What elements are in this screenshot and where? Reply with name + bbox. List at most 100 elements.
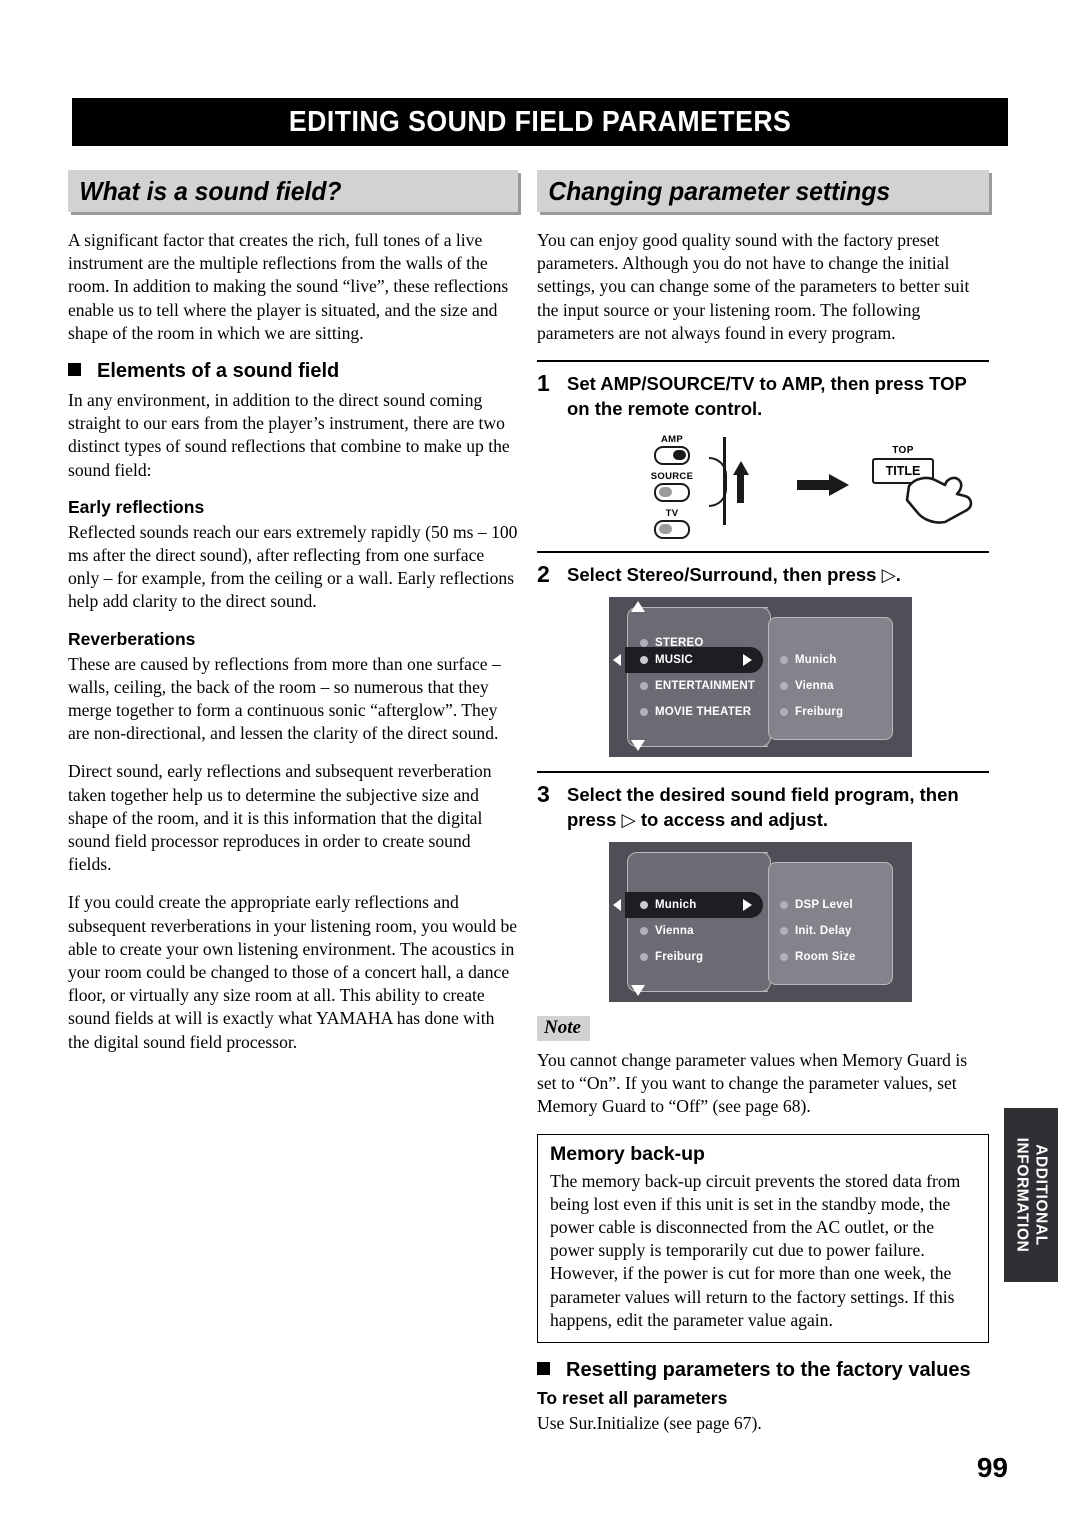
- osd2-item-vienna[interactable]: Vienna: [780, 680, 834, 692]
- remote-control-figure: AMP SOURCE TV TOP TITLE: [537, 433, 989, 540]
- osd2-right-panel: [768, 617, 893, 741]
- left-section-banner: What is a sound field?: [68, 170, 518, 212]
- note-body: You cannot change parameter values when …: [537, 1050, 968, 1117]
- step-3-text: Select the desired sound field program, …: [567, 784, 959, 831]
- osd2-item-munich-label: Munich: [795, 654, 837, 667]
- selector-amp-label: AMP: [660, 434, 683, 446]
- osd3-cursor-left-icon: [613, 899, 621, 912]
- step-2-text: Select Stereo/Surround, then press ▷.: [567, 564, 901, 586]
- left-paragraph-3: Direct sound, early reflections and subs…: [68, 761, 492, 875]
- elements-heading-label: Elements of a sound field: [97, 360, 340, 383]
- side-tab-line-2: INFORMATION: [1013, 1137, 1030, 1253]
- reverberations-paragraph: These are caused by reflections from mor…: [68, 653, 501, 744]
- osd2-item-movie-theater[interactable]: MOVIE THEATER: [640, 706, 751, 718]
- amp-source-tv-selector: AMP SOURCE TV: [635, 435, 709, 546]
- osd2-scroll-down-arrow-icon[interactable]: [631, 740, 645, 752]
- memory-backup-heading: Memory back-up: [550, 1142, 705, 1165]
- memory-backup-box: Memory back-up The memory back-up circui…: [537, 1133, 989, 1344]
- osd3-item-munich[interactable]: Munich: [640, 899, 696, 911]
- selector-source: SOURCE: [635, 472, 709, 503]
- osd2-left-panel: [627, 607, 768, 748]
- page-number: 99: [976, 1452, 1008, 1483]
- right-section-title: Changing parameter settings: [548, 175, 891, 206]
- memory-backup-body: The memory back-up circuit prevents the …: [550, 1170, 961, 1330]
- left-intro-paragraph: A significant factor that creates the ri…: [68, 230, 509, 343]
- right-column: Changing parameter settings You can enjo…: [537, 170, 989, 1450]
- selector-amp-switch-icon: [654, 446, 690, 466]
- resetting-heading: Resetting parameters to the factory valu…: [537, 1359, 989, 1382]
- selector-tv-label: TV: [665, 508, 679, 520]
- osd2-item-entertainment[interactable]: ENTERTAINMENT: [640, 680, 755, 692]
- osd3-bullet-icon: [780, 953, 788, 962]
- side-tab-text: ADDITIONAL INFORMATION: [1012, 1138, 1050, 1253]
- osd2-scroll-up-arrow-icon[interactable]: [631, 601, 645, 613]
- osd2-item-entertainment-label: ENTERTAINMENT: [655, 680, 756, 693]
- elements-body-paragraph: In any environment, in addition to the d…: [68, 390, 510, 480]
- osd3-item-munich-label: Munich: [655, 899, 697, 912]
- left-paragraph-4: If you could create the appropriate earl…: [68, 892, 518, 1052]
- osd3-item-freiburg-label: Freiburg: [655, 951, 704, 964]
- osd2-item-freiburg[interactable]: Freiburg: [780, 706, 843, 718]
- step-1-number: 1: [537, 370, 550, 397]
- top-button-label: TOP: [892, 445, 914, 457]
- left-column: What is a sound field? A significant fac…: [68, 170, 518, 1069]
- osd2-item-music-label: MUSIC: [655, 654, 694, 667]
- selector-source-switch-icon: [654, 483, 690, 503]
- osd2-item-music[interactable]: MUSIC: [640, 654, 693, 666]
- resetting-heading-label: Resetting parameters to the factory valu…: [566, 1359, 971, 1382]
- reset-all-parameters-heading: To reset all parameters: [537, 1388, 728, 1409]
- osd-screen-step3: Munich Vienna Freiburg DSP Level Init. D…: [609, 842, 912, 1003]
- note-tag: Note: [537, 1016, 590, 1042]
- osd3-scroll-down-arrow-icon[interactable]: [631, 985, 645, 997]
- osd3-item-room-size[interactable]: Room Size: [780, 951, 856, 963]
- osd3-item-init-delay[interactable]: Init. Delay: [780, 925, 852, 937]
- side-tab-additional-information: ADDITIONAL INFORMATION: [1004, 1108, 1058, 1282]
- osd3-bullet-icon: [780, 901, 788, 910]
- step-2: 2 Select Stereo/Surround, then press ▷. …: [537, 551, 989, 758]
- note-block: Note You cannot change parameter values …: [537, 1016, 989, 1119]
- selector-amp: AMP: [635, 434, 709, 466]
- osd2-item-stereo-label: STEREO: [655, 637, 704, 650]
- osd2-bullet-icon: [640, 708, 648, 717]
- osd3-item-room-size-label: Room Size: [795, 951, 856, 964]
- step-3-heading: 3 Select the desired sound field program…: [537, 782, 989, 832]
- osd3-item-dsp-level-label: DSP Level: [795, 899, 853, 912]
- osd2-item-stereo[interactable]: STEREO: [640, 637, 704, 649]
- manual-page: EDITING SOUND FIELD PARAMETERS What is a…: [0, 0, 1080, 1526]
- osd2-item-freiburg-label: Freiburg: [795, 706, 844, 719]
- step-1: 1 Set AMP/SOURCE/TV to AMP, then press T…: [537, 360, 989, 540]
- osd2-cursor-left-icon: [613, 654, 621, 667]
- osd2-bullet-icon: [780, 708, 788, 717]
- osd3-left-panel: [627, 852, 768, 993]
- step-1-heading: 1 Set AMP/SOURCE/TV to AMP, then press T…: [537, 371, 989, 421]
- osd3-item-freiburg[interactable]: Freiburg: [640, 951, 703, 963]
- step-2-number: 2: [537, 561, 550, 588]
- square-bullet-icon: [68, 363, 81, 377]
- osd2-bullet-icon: [780, 656, 788, 665]
- osd2-item-munich[interactable]: Munich: [780, 654, 836, 666]
- step-2-heading: 2 Select Stereo/Surround, then press ▷.: [537, 562, 989, 587]
- osd3-bullet-icon: [640, 927, 648, 936]
- osd3-bullet-icon: [640, 901, 648, 910]
- osd3-item-vienna[interactable]: Vienna: [640, 925, 694, 937]
- osd3-item-dsp-level[interactable]: DSP Level: [780, 899, 853, 911]
- osd2-item-vienna-label: Vienna: [795, 680, 834, 693]
- step-3: 3 Select the desired sound field program…: [537, 771, 989, 1003]
- osd2-bullet-icon: [640, 682, 648, 691]
- selector-tv-switch-icon: [654, 520, 690, 540]
- side-tab-line-1: ADDITIONAL: [1032, 1144, 1049, 1246]
- osd3-right-panel: [768, 862, 893, 986]
- osd2-bullet-icon: [780, 682, 788, 691]
- selector-tv: TV: [635, 508, 709, 540]
- osd3-item-init-delay-label: Init. Delay: [795, 925, 852, 938]
- osd2-bullet-icon: [640, 656, 648, 665]
- left-section-title: What is a sound field?: [79, 175, 342, 206]
- square-bullet-icon: [537, 1362, 550, 1376]
- page-title-bar: EDITING SOUND FIELD PARAMETERS: [72, 98, 1008, 146]
- osd3-cursor-right-icon: [743, 899, 752, 912]
- osd-screen-step2: STEREO MUSIC ENTERTAINMENT MOVIE THEATER…: [609, 597, 912, 758]
- elements-heading: Elements of a sound field: [68, 360, 518, 383]
- step-3-number: 3: [537, 781, 550, 808]
- osd2-item-movie-theater-label: MOVIE THEATER: [655, 706, 752, 719]
- pointing-hand-icon: [905, 476, 973, 524]
